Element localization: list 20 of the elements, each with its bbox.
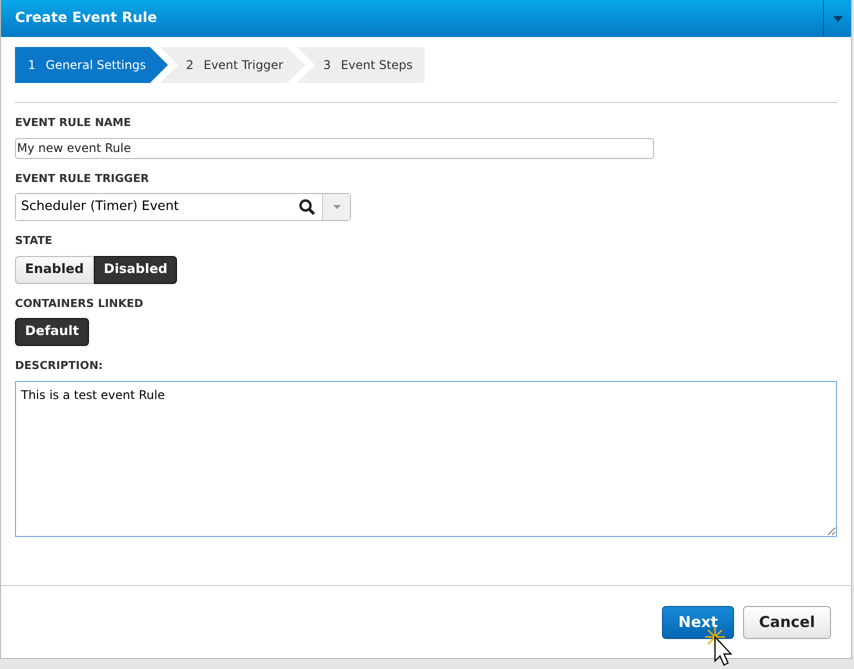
search-icon (299, 199, 315, 215)
cancel-button[interactable]: Cancel (742, 606, 831, 638)
wizard-step-tab[interactable]: 2 Event Trigger (160, 47, 306, 83)
caret-icon (332, 205, 340, 209)
name-input-field[interactable]: My new event Rule (15, 138, 654, 158)
wizard-step-tab[interactable]: 3 Event Steps (297, 47, 425, 83)
trigger-select-field[interactable]: Scheduler (Timer) Event (15, 193, 351, 221)
field-label: EVENT RULE NAME (15, 115, 132, 131)
toggle-button[interactable]: Disabled (94, 256, 178, 284)
caret-icon (832, 16, 842, 22)
toggle-button[interactable]: Enabled (15, 256, 94, 284)
toggle-button[interactable]: Default (15, 318, 89, 346)
field-label: STATE (15, 233, 54, 249)
wizard-step-tab[interactable]: 1 General Settings (15, 47, 168, 83)
dialog-title: Create Event Rule (14, 9, 158, 28)
next-button[interactable]: Next (662, 606, 734, 638)
field-label: DESCRIPTION: (15, 358, 104, 374)
field-label: CONTAINERS LINKED (15, 296, 144, 312)
description-field[interactable]: This is a test event Rule (15, 380, 837, 536)
field-label: EVENT RULE TRIGGER (15, 170, 150, 186)
